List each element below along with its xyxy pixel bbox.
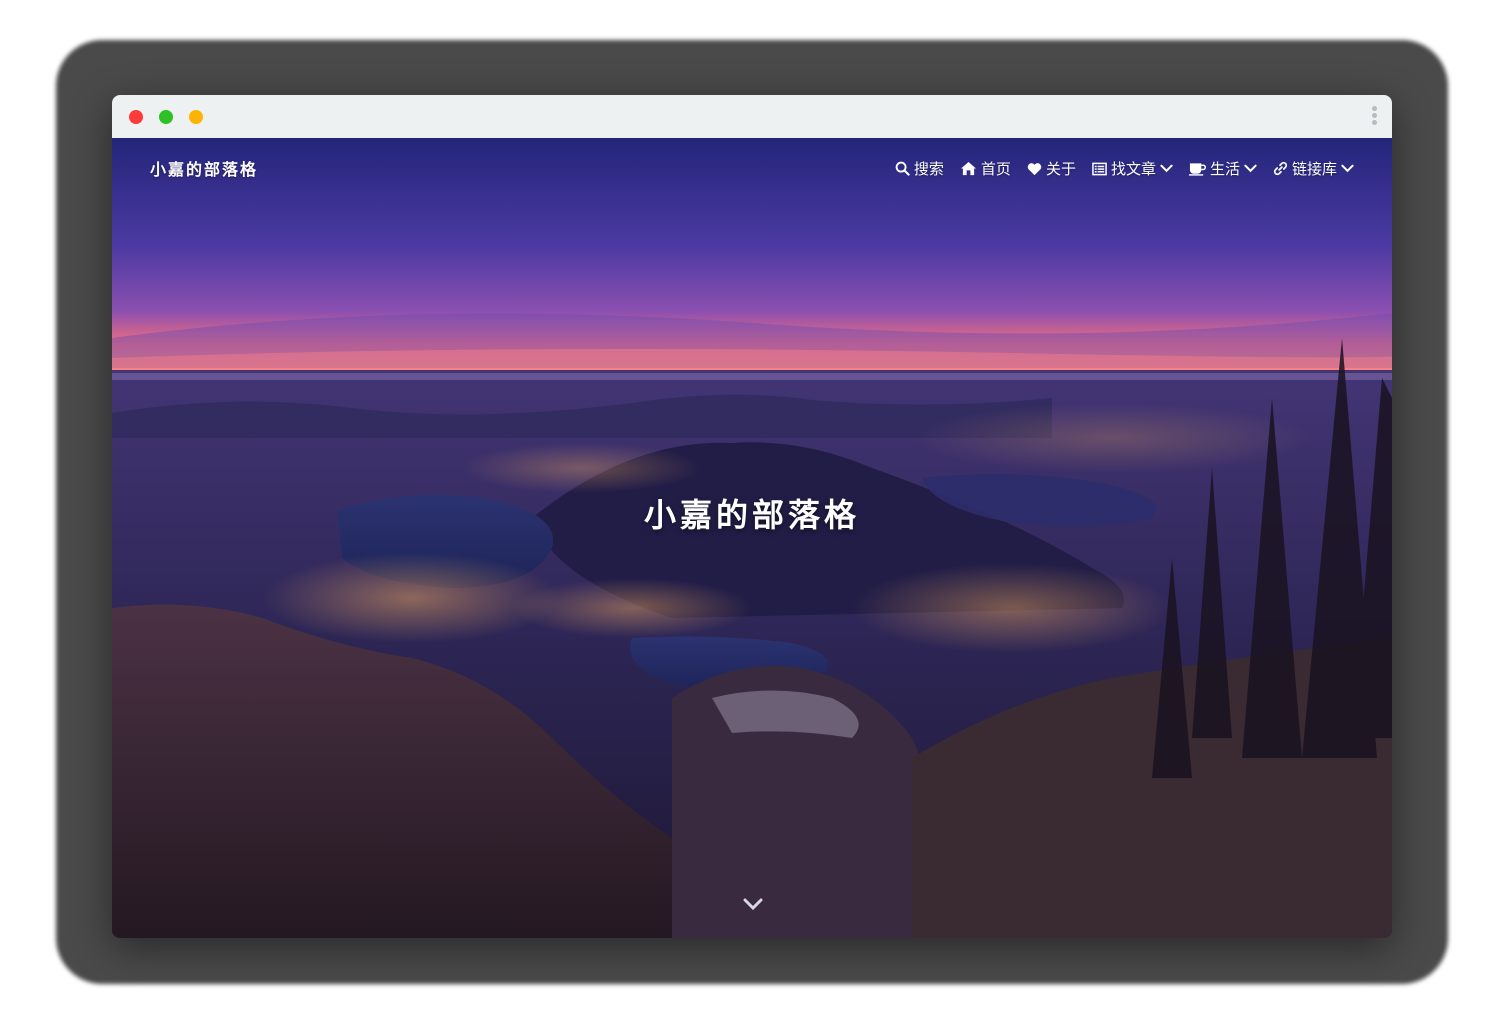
kebab-menu-icon[interactable]	[1368, 105, 1380, 129]
nav-item-search[interactable]: 搜索	[895, 158, 944, 179]
nav-item-links[interactable]: 链接库	[1273, 158, 1354, 179]
nav-item-label: 搜索	[913, 160, 944, 178]
close-window-button[interactable]	[129, 110, 143, 124]
nav-item-articles[interactable]: 找文章	[1092, 158, 1173, 179]
nav-item-about[interactable]: 关于	[1027, 158, 1076, 179]
home-icon	[960, 161, 976, 176]
nav-item-label: 生活	[1209, 160, 1240, 178]
nav-item-home[interactable]: 首页	[960, 158, 1011, 179]
heart-icon	[1027, 162, 1042, 175]
nav-menu: 搜索 首页 关于 找文章 生活 链接库	[895, 158, 1354, 179]
chevron-down-icon	[1341, 164, 1354, 173]
browser-window: 小嘉的部落格 搜索 首页 关于 找文章 生活 链接库 小嘉的部落格	[112, 95, 1392, 938]
chevron-down-icon[interactable]	[742, 896, 764, 912]
top-navbar: 小嘉的部落格 搜索 首页 关于 找文章 生活 链接库	[112, 138, 1392, 200]
hero-banner: 小嘉的部落格 搜索 首页 关于 找文章 生活 链接库 小嘉的部落格	[112, 138, 1392, 938]
chevron-down-icon	[1160, 164, 1173, 173]
coffee-icon	[1188, 162, 1206, 176]
maximize-window-button[interactable]	[189, 110, 203, 124]
hero-background-image	[112, 138, 1392, 938]
list-icon	[1092, 162, 1107, 175]
search-icon	[895, 161, 910, 176]
hero-site-title: 小嘉的部落格	[643, 496, 860, 534]
site-brand-link[interactable]: 小嘉的部落格	[150, 156, 258, 180]
link-icon	[1273, 161, 1288, 176]
window-titlebar	[112, 95, 1392, 138]
nav-item-label: 关于	[1045, 160, 1076, 178]
chevron-down-icon	[1244, 164, 1257, 173]
nav-item-label: 首页	[980, 160, 1011, 178]
minimize-window-button[interactable]	[159, 110, 173, 124]
nav-item-label: 链接库	[1291, 160, 1337, 178]
nav-item-life[interactable]: 生活	[1188, 158, 1257, 179]
nav-item-label: 找文章	[1110, 160, 1156, 178]
